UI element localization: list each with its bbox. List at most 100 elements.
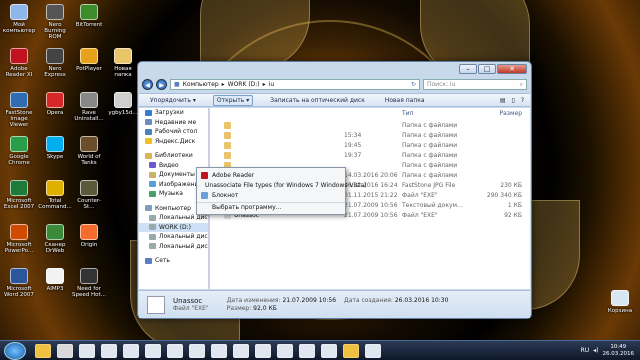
- nav-item[interactable]: Библиотеки: [139, 151, 208, 161]
- desktop-shortcut-icon[interactable]: Counter-St...: [72, 180, 106, 210]
- file-row[interactable]: Папка с файлами: [210, 120, 530, 130]
- new-folder-button[interactable]: Новая папка: [382, 96, 428, 105]
- file-date: 21.07.2009 10:56: [344, 201, 398, 209]
- nav-item[interactable]: Недавние ме: [139, 118, 208, 128]
- taskbar-app-icon[interactable]: [57, 343, 73, 358]
- shortcut-glyph: [80, 4, 98, 20]
- taskbar-app-icon[interactable]: [365, 343, 381, 358]
- nav-item[interactable]: Локальный диск (: [139, 242, 208, 252]
- taskbar-app-icon[interactable]: [167, 343, 183, 358]
- desktop-shortcut-icon[interactable]: Need for Speed Hot...: [72, 268, 106, 298]
- file-row[interactable]: 19:45 Папка с файлами: [210, 140, 530, 150]
- desktop-shortcut-icon[interactable]: Microsoft PowerPo...: [2, 224, 36, 254]
- search-input[interactable]: Поиск: iu ⌕: [423, 79, 527, 90]
- back-button[interactable]: ◀: [142, 79, 153, 90]
- breadcrumb-item[interactable]: Компьютер: [183, 81, 219, 88]
- volume-icon[interactable]: ◂): [593, 347, 598, 354]
- taskbar-app-icon[interactable]: [79, 343, 95, 358]
- taskbar-app-icon[interactable]: [189, 343, 205, 358]
- explorer-window[interactable]: – □ ✕ ◀ ▶ ■ Компьютер ▸ WORK (D:) ▸ iu ↻…: [137, 61, 532, 319]
- open-with-item[interactable]: Выбрать программу...: [197, 202, 345, 212]
- taskbar-app-icon[interactable]: [255, 343, 271, 358]
- nav-item[interactable]: WORK (D:): [139, 222, 208, 232]
- taskbar-app-icon[interactable]: [343, 343, 359, 358]
- forward-button[interactable]: ▶: [156, 79, 167, 90]
- desktop-shortcut-icon[interactable]: Microsoft Word 2007: [2, 268, 36, 298]
- file-type: Текстовый докум...: [402, 201, 463, 209]
- file-row[interactable]: 19:37 Папка с файлами: [210, 150, 530, 160]
- desktop-shortcut-icon[interactable]: Rave Uninstall...: [72, 92, 106, 122]
- breadcrumb-item[interactable]: WORK (D:): [228, 81, 260, 88]
- shortcut-label: ygby15d...: [108, 110, 138, 116]
- open-with-item[interactable]: Adobe Reader: [197, 170, 345, 180]
- taskbar-app-icon[interactable]: [277, 343, 293, 358]
- shortcut-glyph: [46, 92, 64, 108]
- nav-item[interactable]: Сеть: [139, 256, 208, 266]
- desktop-shortcut-icon[interactable]: AIMP3: [38, 268, 72, 292]
- desktop-shortcut-icon[interactable]: Microsoft Excel 2007: [2, 180, 36, 210]
- start-button[interactable]: [4, 341, 26, 360]
- taskbar-app-icon[interactable]: [35, 343, 51, 358]
- nav-item[interactable]: Локальный диск (: [139, 232, 208, 242]
- recycle-bin-icon[interactable]: Корзина: [603, 290, 637, 314]
- file-type: Папка с файлами: [402, 141, 458, 149]
- details-pane: Unassoc Файл "EXE" Дата изменения: 21.07…: [139, 290, 530, 318]
- view-icon[interactable]: ▤: [500, 97, 506, 104]
- organize-button[interactable]: Упорядочить ▾: [147, 96, 199, 105]
- desktop-shortcut-icon[interactable]: Adobe Reader XI: [2, 48, 36, 78]
- refresh-icon[interactable]: ↻: [411, 81, 419, 88]
- file-size: 290 340 КБ: [486, 191, 522, 199]
- desktop-shortcut-icon[interactable]: Skype: [38, 136, 72, 160]
- breadcrumb-item[interactable]: iu: [269, 81, 274, 88]
- desktop-shortcut-icon[interactable]: Новая папка: [106, 48, 140, 78]
- shortcut-glyph: [10, 48, 28, 64]
- open-button[interactable]: Открыть ▾: [212, 94, 254, 106]
- help-icon[interactable]: ?: [521, 97, 524, 104]
- taskbar-app-icon[interactable]: [145, 343, 161, 358]
- nav-item[interactable]: Загрузки: [139, 108, 208, 118]
- desktop-shortcut-icon[interactable]: Мой компьютер: [2, 4, 36, 34]
- shortcut-glyph: [80, 224, 98, 240]
- address-bar[interactable]: ■ Компьютер ▸ WORK (D:) ▸ iu ↻: [170, 79, 420, 90]
- taskbar-app-icon[interactable]: [101, 343, 117, 358]
- taskbar-app-icon[interactable]: [321, 343, 337, 358]
- desktop-shortcut-icon[interactable]: BitTorrent: [72, 4, 106, 28]
- desktop-shortcut-icon[interactable]: World of Tanks: [72, 136, 106, 166]
- shortcut-label: Counter-St...: [77, 198, 101, 210]
- nav-item-label: Недавние ме: [155, 118, 197, 126]
- shortcut-glyph: [10, 4, 28, 20]
- maximize-button[interactable]: □: [478, 64, 496, 74]
- open-with-item[interactable]: Блокнот: [197, 190, 345, 200]
- close-button[interactable]: ✕: [497, 64, 527, 74]
- desktop-shortcut-icon[interactable]: Nero Express: [38, 48, 72, 78]
- file-row[interactable]: 15:34 Папка с файлами: [210, 130, 530, 140]
- desktop-shortcut-icon[interactable]: Origin: [72, 224, 106, 248]
- clock[interactable]: 10:49 26.03.2016: [603, 344, 635, 358]
- column-size[interactable]: Размер: [465, 110, 522, 117]
- desktop-shortcut-icon[interactable]: Opera: [38, 92, 72, 116]
- language-indicator[interactable]: RU: [581, 347, 590, 354]
- shortcut-label: Nero Express: [44, 66, 66, 78]
- taskbar-app-icon[interactable]: [233, 343, 249, 358]
- minimize-button[interactable]: –: [459, 64, 477, 74]
- desktop-shortcut-icon[interactable]: Google Chrome: [2, 136, 36, 166]
- desktop-shortcut-icon[interactable]: ygby15d...: [106, 92, 140, 116]
- column-type[interactable]: Тип: [402, 110, 465, 117]
- nav-item-icon: [149, 171, 156, 178]
- open-with-item[interactable]: Unassociate File types (for Windows 7 Wi…: [197, 180, 367, 190]
- nav-item[interactable]: Рабочий стол: [139, 127, 208, 137]
- shortcut-label: Мой компьютер: [2, 22, 36, 34]
- taskbar-app-icon[interactable]: [123, 343, 139, 358]
- preview-pane-icon[interactable]: ▯: [512, 97, 515, 104]
- address-row: ◀ ▶ ■ Компьютер ▸ WORK (D:) ▸ iu ↻ Поиск…: [142, 78, 527, 91]
- taskbar-app-icon[interactable]: [299, 343, 315, 358]
- nav-item[interactable]: Яндекс.Диск: [139, 137, 208, 147]
- taskbar-app-icon[interactable]: [211, 343, 227, 358]
- desktop-shortcut-icon[interactable]: Сканер DrWeb: [38, 224, 72, 254]
- desktop-shortcut-icon[interactable]: PotPlayer: [72, 48, 106, 72]
- nav-item-icon: [149, 181, 156, 188]
- desktop-shortcut-icon[interactable]: FastStone Image Viewer: [2, 92, 36, 128]
- desktop-shortcut-icon[interactable]: Total Command...: [38, 180, 72, 210]
- burn-button[interactable]: Записать на оптический диск: [267, 96, 368, 105]
- desktop-shortcut-icon[interactable]: Nero Burning ROM: [38, 4, 72, 40]
